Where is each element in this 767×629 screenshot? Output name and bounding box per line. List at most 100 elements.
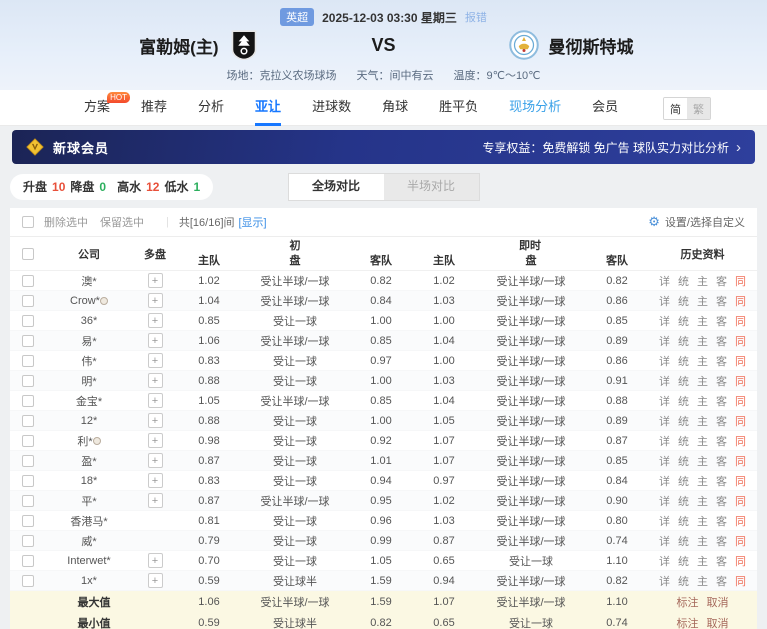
expand-row-button[interactable]: + [148,453,163,468]
row-checkbox[interactable] [22,475,34,487]
row-checkbox[interactable] [22,515,34,527]
history-detail-link[interactable]: 详 [659,333,670,349]
delete-selected-button[interactable]: 删除选中 [44,214,88,230]
nav-item-corners[interactable]: 角球 [382,90,408,126]
row-checkbox[interactable] [22,335,34,347]
history-same-link[interactable]: 同 [735,513,746,529]
history-detail-link[interactable]: 详 [659,273,670,289]
history-stats-link[interactable]: 统 [678,433,689,449]
history-home-link[interactable]: 主 [697,413,708,429]
history-detail-link[interactable]: 详 [659,313,670,329]
history-detail-link[interactable]: 详 [659,553,670,569]
history-stats-link[interactable]: 统 [678,353,689,369]
nav-item-recommend[interactable]: 推荐 [141,90,167,126]
history-away-link[interactable]: 客 [716,333,727,349]
history-detail-link[interactable]: 详 [659,393,670,409]
history-home-link[interactable]: 主 [697,353,708,369]
expand-row-button[interactable]: + [148,433,163,448]
row-checkbox[interactable] [22,455,34,467]
history-same-link[interactable]: 同 [735,573,746,589]
nav-item-plans[interactable]: 方案 HOT [84,90,110,126]
row-checkbox[interactable] [22,555,34,567]
history-home-link[interactable]: 主 [697,393,708,409]
history-same-link[interactable]: 同 [735,313,746,329]
history-home-link[interactable]: 主 [697,373,708,389]
lang-traditional-button[interactable]: 繁 [687,98,710,119]
history-detail-link[interactable]: 详 [659,413,670,429]
nav-item-live-analysis[interactable]: 现场分析 [509,90,561,126]
expand-row-button[interactable]: + [148,553,163,568]
nav-item-1x2[interactable]: 胜平负 [439,90,478,126]
history-same-link[interactable]: 同 [735,273,746,289]
history-stats-link[interactable]: 统 [678,533,689,549]
settings-button[interactable]: ⚙ 设置/选择自定义 [648,214,745,230]
history-stats-link[interactable]: 统 [678,373,689,389]
history-detail-link[interactable]: 详 [659,293,670,309]
history-home-link[interactable]: 主 [697,473,708,489]
nav-item-goals[interactable]: 进球数 [312,90,351,126]
history-detail-link[interactable]: 详 [659,533,670,549]
history-away-link[interactable]: 客 [716,433,727,449]
expand-row-button[interactable]: + [148,493,163,508]
history-detail-link[interactable]: 详 [659,353,670,369]
history-away-link[interactable]: 客 [716,413,727,429]
history-home-link[interactable]: 主 [697,313,708,329]
history-home-link[interactable]: 主 [697,433,708,449]
row-checkbox[interactable] [22,375,34,387]
history-away-link[interactable]: 客 [716,453,727,469]
select-all-checkbox[interactable] [22,248,34,260]
expand-row-button[interactable]: + [148,313,163,328]
history-same-link[interactable]: 同 [735,293,746,309]
history-same-link[interactable]: 同 [735,333,746,349]
history-detail-link[interactable]: 详 [659,453,670,469]
history-away-link[interactable]: 客 [716,273,727,289]
history-home-link[interactable]: 主 [697,293,708,309]
history-home-link[interactable]: 主 [697,493,708,509]
history-away-link[interactable]: 客 [716,473,727,489]
history-same-link[interactable]: 同 [735,353,746,369]
expand-row-button[interactable]: + [148,393,163,408]
history-detail-link[interactable]: 详 [659,373,670,389]
expand-row-button[interactable]: + [148,273,163,288]
history-away-link[interactable]: 客 [716,513,727,529]
history-stats-link[interactable]: 统 [678,513,689,529]
history-same-link[interactable]: 同 [735,493,746,509]
history-detail-link[interactable]: 详 [659,573,670,589]
history-same-link[interactable]: 同 [735,413,746,429]
history-stats-link[interactable]: 统 [678,553,689,569]
expand-row-button[interactable]: + [148,333,163,348]
row-checkbox[interactable] [22,495,34,507]
history-detail-link[interactable]: 详 [659,473,670,489]
row-checkbox[interactable] [22,535,34,547]
row-checkbox[interactable] [22,295,34,307]
tab-half-match[interactable]: 半场对比 [384,174,479,200]
history-stats-link[interactable]: 统 [678,393,689,409]
history-home-link[interactable]: 主 [697,553,708,569]
history-stats-link[interactable]: 统 [678,313,689,329]
history-away-link[interactable]: 客 [716,533,727,549]
nav-item-member[interactable]: 会员 [592,90,618,126]
row-checkbox[interactable] [22,275,34,287]
keep-selected-button[interactable]: 保留选中 [100,214,144,230]
row-checkbox[interactable] [22,315,34,327]
expand-row-button[interactable]: + [148,293,163,308]
expand-row-button[interactable]: + [148,473,163,488]
history-stats-link[interactable]: 统 [678,453,689,469]
history-away-link[interactable]: 客 [716,553,727,569]
history-away-link[interactable]: 客 [716,373,727,389]
history-home-link[interactable]: 主 [697,513,708,529]
lang-simplified-button[interactable]: 简 [664,98,687,119]
tab-full-match[interactable]: 全场对比 [289,174,384,200]
mark-link[interactable]: 标注 [677,615,699,629]
history-home-link[interactable]: 主 [697,273,708,289]
history-same-link[interactable]: 同 [735,453,746,469]
history-away-link[interactable]: 客 [716,573,727,589]
row-checkbox[interactable] [22,355,34,367]
history-detail-link[interactable]: 详 [659,513,670,529]
toolbar-checkbox[interactable] [22,216,34,228]
history-stats-link[interactable]: 统 [678,493,689,509]
expand-row-button[interactable]: + [148,373,163,388]
history-same-link[interactable]: 同 [735,433,746,449]
history-away-link[interactable]: 客 [716,393,727,409]
row-checkbox[interactable] [22,435,34,447]
